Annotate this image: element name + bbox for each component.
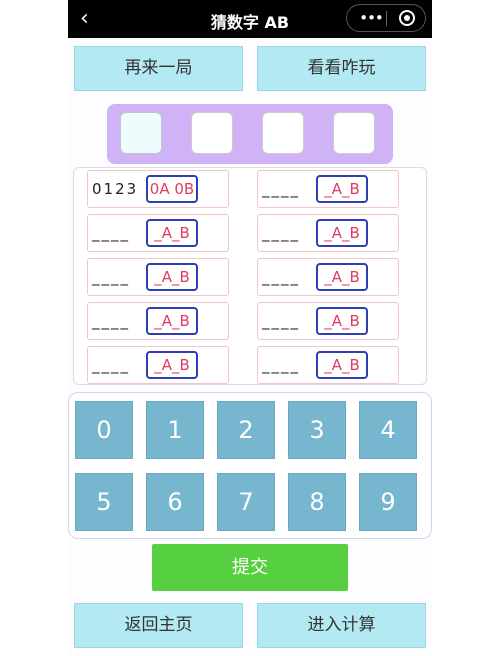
enter-calculator-button[interactable]: 进入计算: [257, 603, 426, 648]
capsule-divider: [386, 11, 387, 26]
guess-slot-4[interactable]: [333, 112, 375, 154]
guess-result: _A_B: [316, 175, 368, 203]
history-row: ____ _A_B: [257, 170, 399, 208]
guess-result: _A_B: [146, 351, 198, 379]
key-2[interactable]: 2: [217, 401, 275, 459]
restart-button[interactable]: 再来一局: [74, 46, 243, 91]
history-row: ____ _A_B: [257, 302, 399, 340]
guess-digits: ____: [262, 312, 300, 330]
history-row: ____ _A_B: [87, 302, 229, 340]
key-7[interactable]: 7: [217, 473, 275, 531]
history-row: ____ _A_B: [257, 214, 399, 252]
how-to-play-button[interactable]: 看看咋玩: [257, 46, 426, 91]
key-8[interactable]: 8: [288, 473, 346, 531]
history-row: ____ _A_B: [87, 258, 229, 296]
guess-digits: 0123: [92, 180, 139, 198]
guess-result: _A_B: [316, 219, 368, 247]
history-row: ____ _A_B: [257, 346, 399, 384]
key-5[interactable]: 5: [75, 473, 133, 531]
key-9[interactable]: 9: [359, 473, 417, 531]
guess-digits: ____: [262, 224, 300, 242]
key-6[interactable]: 6: [146, 473, 204, 531]
close-mini-program-icon[interactable]: [399, 10, 415, 26]
guess-result: _A_B: [316, 307, 368, 335]
guess-result: _A_B: [316, 263, 368, 291]
guess-slots: [107, 104, 393, 164]
guess-digits: ____: [92, 356, 130, 374]
history-row: 0123 0A 0B: [87, 170, 229, 208]
guess-history: 0123 0A 0B ____ _A_B ____ _A_B ____ _A_B…: [73, 167, 427, 385]
guess-slot-1[interactable]: [120, 112, 162, 154]
guess-result: _A_B: [316, 351, 368, 379]
guess-slot-2[interactable]: [191, 112, 233, 154]
guess-digits: ____: [262, 268, 300, 286]
guess-digits: ____: [262, 180, 300, 198]
guess-result: _A_B: [146, 263, 198, 291]
guess-digits: ____: [92, 312, 130, 330]
guess-digits: ____: [92, 268, 130, 286]
guess-digits: ____: [262, 356, 300, 374]
key-4[interactable]: 4: [359, 401, 417, 459]
guess-digits: ____: [92, 224, 130, 242]
guess-result: _A_B: [146, 307, 198, 335]
key-3[interactable]: 3: [288, 401, 346, 459]
history-row: ____ _A_B: [87, 346, 229, 384]
guess-slot-3[interactable]: [262, 112, 304, 154]
history-row: ____ _A_B: [257, 258, 399, 296]
number-keypad: 0 1 2 3 4 5 6 7 8 9: [68, 392, 432, 539]
phone-screen: ‹ 猜数字 AB ••• 再来一局 看看咋玩 0123 0A 0B ____ _…: [68, 0, 432, 656]
submit-button[interactable]: 提交: [152, 544, 348, 591]
guess-result: 0A 0B: [146, 175, 198, 203]
menu-capsule: •••: [346, 4, 426, 32]
title-bar: ‹ 猜数字 AB •••: [68, 0, 432, 38]
key-0[interactable]: 0: [75, 401, 133, 459]
more-icon[interactable]: •••: [357, 8, 385, 28]
history-row: ____ _A_B: [87, 214, 229, 252]
return-home-button[interactable]: 返回主页: [74, 603, 243, 648]
guess-result: _A_B: [146, 219, 198, 247]
key-1[interactable]: 1: [146, 401, 204, 459]
